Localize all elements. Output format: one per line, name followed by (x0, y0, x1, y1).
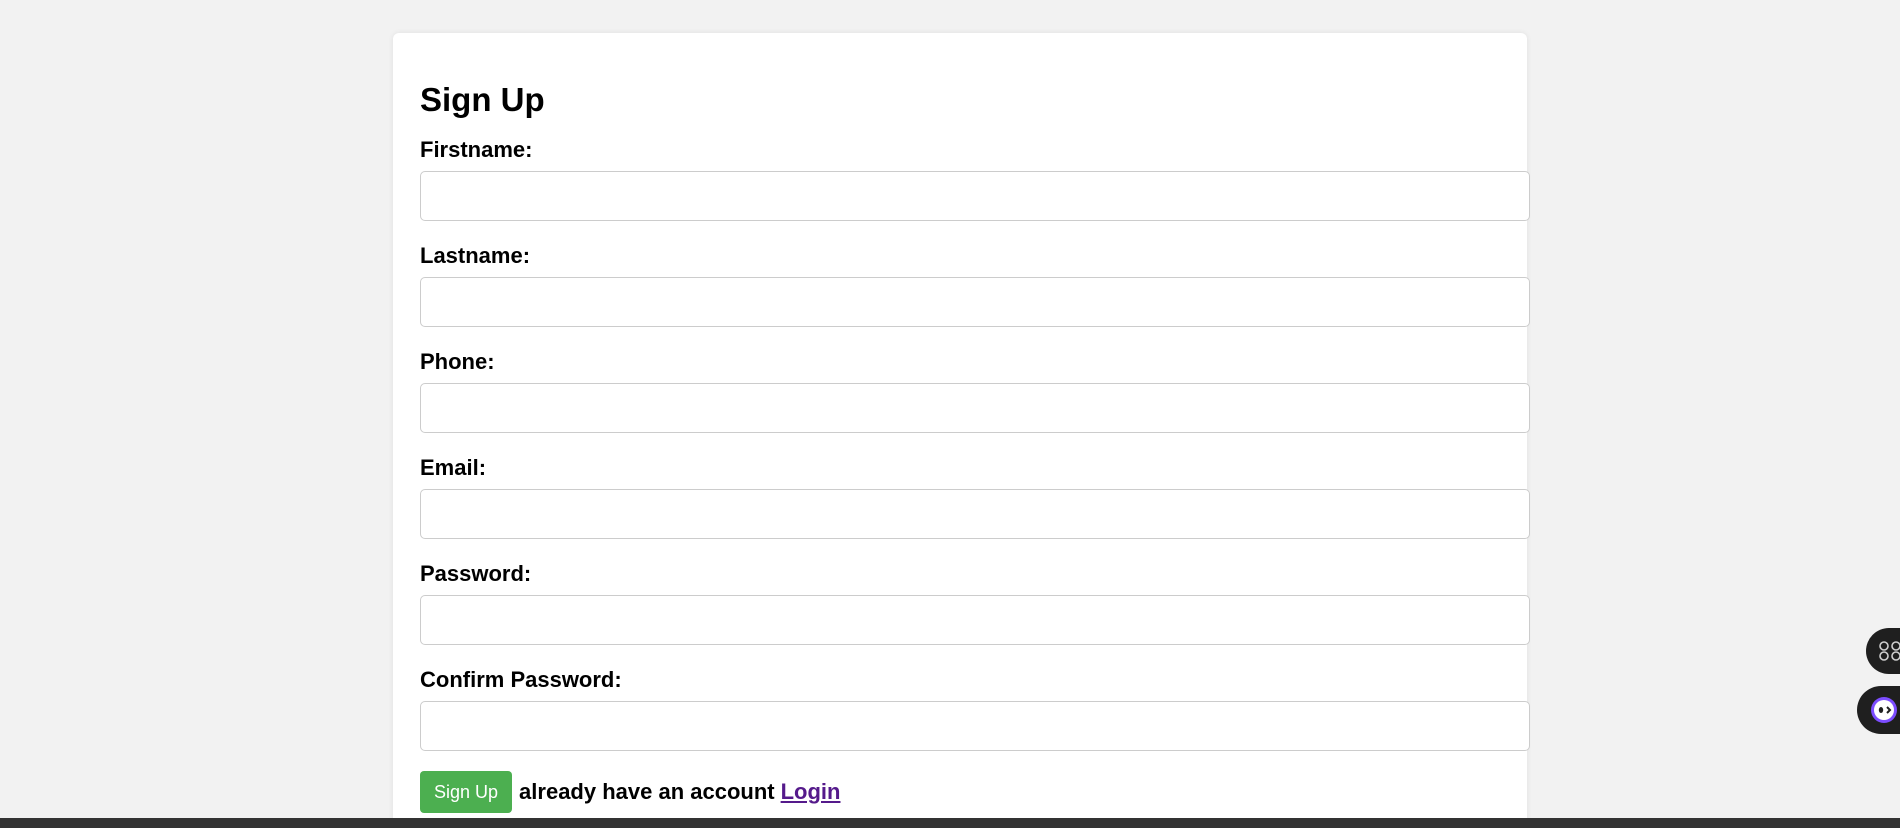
password-group: Password: (420, 561, 1530, 645)
lastname-label: Lastname: (420, 243, 531, 268)
firstname-label: Firstname: (420, 137, 533, 162)
lastname-input[interactable] (420, 277, 1530, 327)
apps-widget-button[interactable] (1866, 628, 1900, 674)
email-input[interactable] (420, 489, 1530, 539)
confirm-password-label: Confirm Password: (420, 667, 622, 692)
form-actions: Sign Up already have an account Login (420, 771, 1527, 813)
password-label: Password: (420, 561, 532, 586)
phone-label: Phone: (420, 349, 495, 374)
password-input[interactable] (420, 595, 1530, 645)
login-link[interactable]: Login (781, 779, 841, 805)
confirm-password-group: Confirm Password: (420, 667, 1530, 751)
email-group: Email: (420, 455, 1530, 539)
email-label: Email: (420, 455, 487, 480)
lastname-group: Lastname: (420, 243, 1530, 327)
confirm-password-input[interactable] (420, 701, 1530, 751)
already-account-text: already have an account (519, 779, 775, 804)
phone-group: Phone: (420, 349, 1530, 433)
apps-grid-icon (1879, 641, 1900, 661)
assistant-bot-icon (1871, 697, 1897, 723)
phone-input[interactable] (420, 383, 1530, 433)
assistant-widget-button[interactable] (1857, 686, 1900, 734)
signup-card: Sign Up Firstname: Lastname: Phone: Emai… (393, 33, 1530, 828)
page-title: Sign Up (420, 81, 545, 118)
bottom-scrollbar (0, 818, 1900, 828)
firstname-group: Firstname: (420, 137, 1530, 221)
signup-button[interactable]: Sign Up (420, 771, 513, 813)
firstname-input[interactable] (420, 171, 1530, 221)
